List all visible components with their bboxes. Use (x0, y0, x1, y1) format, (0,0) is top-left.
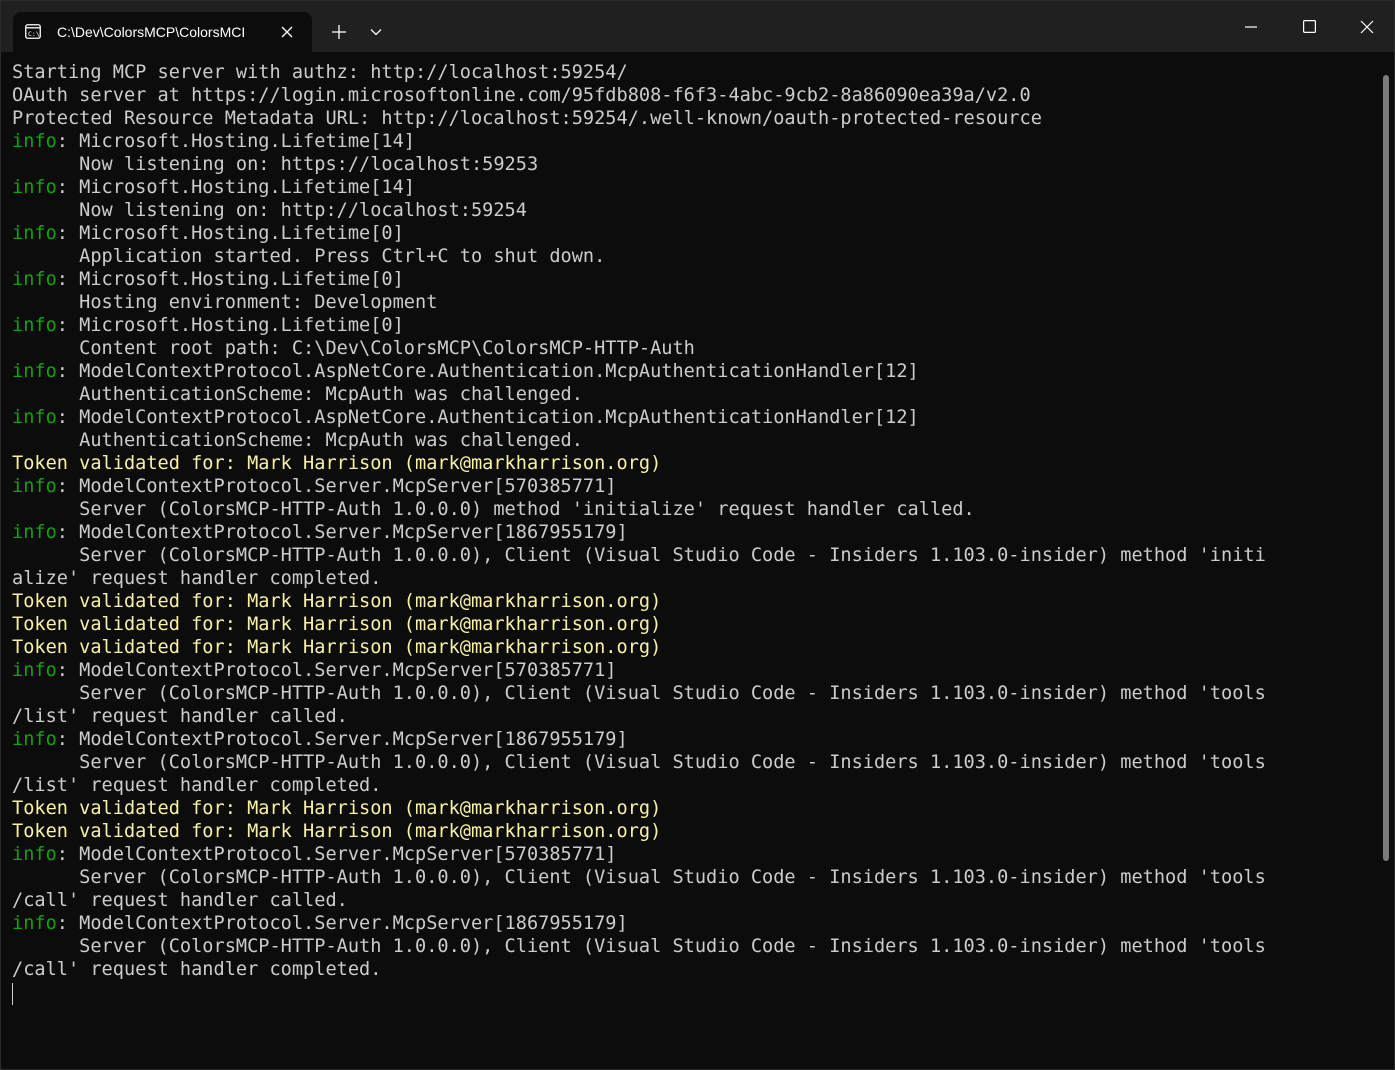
close-tab-icon[interactable] (275, 20, 299, 44)
log-level: info (12, 913, 57, 934)
terminal-line: info: ModelContextProtocol.Server.McpSer… (12, 728, 1372, 751)
terminal-line: /call' request handler called. (12, 890, 348, 911)
terminal-line: info: ModelContextProtocol.Server.McpSer… (12, 843, 1372, 866)
log-level: info (12, 729, 57, 750)
log-level: info (12, 522, 57, 543)
terminal-line: Server (ColorsMCP-HTTP-Auth 1.0.0.0), Cl… (12, 936, 1266, 957)
terminal-line: AuthenticationScheme: McpAuth was challe… (12, 384, 583, 405)
terminal-line: Token validated for: Mark Harrison (mark… (12, 614, 662, 635)
terminal-line: /list' request handler completed. (12, 775, 382, 796)
terminal-line: info: Microsoft.Hosting.Lifetime[14] (12, 130, 1372, 153)
terminal-line: AuthenticationScheme: McpAuth was challe… (12, 430, 583, 451)
terminal-icon: C:\ (25, 24, 41, 39)
tab-dropdown-button[interactable] (359, 15, 393, 49)
log-message: : ModelContextProtocol.Server.McpServer[… (56, 913, 628, 934)
terminal-line: info: ModelContextProtocol.AspNetCore.Au… (12, 406, 1372, 429)
log-message: : ModelContextProtocol.Server.McpServer[… (56, 522, 628, 543)
terminal-line: info: ModelContextProtocol.Server.McpSer… (12, 659, 1372, 682)
terminal-line: Server (ColorsMCP-HTTP-Auth 1.0.0.0), Cl… (12, 867, 1266, 888)
terminal-line: Server (ColorsMCP-HTTP-Auth 1.0.0.0), Cl… (12, 752, 1266, 773)
log-level: info (12, 223, 57, 244)
terminal-line: info: ModelContextProtocol.AspNetCore.Au… (12, 360, 1372, 383)
log-level: info (12, 476, 57, 497)
log-message: : ModelContextProtocol.Server.McpServer[… (56, 729, 628, 750)
terminal-line: Protected Resource Metadata URL: http://… (12, 108, 1042, 129)
terminal-line: /call' request handler completed. (12, 959, 382, 980)
minimize-icon (1245, 25, 1257, 28)
tab-terminal[interactable]: C:\ C:\Dev\ColorsMCP\ColorsMCI (13, 12, 312, 52)
terminal-output[interactable]: Starting MCP server with authz: http://l… (12, 61, 1372, 1061)
log-message: : ModelContextProtocol.Server.McpServer[… (56, 476, 617, 497)
plus-icon (332, 25, 346, 39)
terminal-line: alize' request handler completed. (12, 568, 382, 589)
log-level: info (12, 660, 57, 681)
log-level: info (12, 269, 57, 290)
terminal-line: info: Microsoft.Hosting.Lifetime[0] (12, 222, 1372, 245)
terminal-line: Token validated for: Mark Harrison (mark… (12, 591, 662, 612)
terminal-line: info: ModelContextProtocol.Server.McpSer… (12, 912, 1372, 935)
terminal-line: info: ModelContextProtocol.Server.McpSer… (12, 521, 1372, 544)
new-tab-button[interactable] (321, 15, 357, 49)
log-level: info (12, 407, 57, 428)
terminal-line: Token validated for: Mark Harrison (mark… (12, 637, 662, 658)
terminal-line: OAuth server at https://login.microsofto… (12, 85, 1031, 106)
terminal-line: /list' request handler called. (12, 706, 348, 727)
log-message: : Microsoft.Hosting.Lifetime[0] (56, 315, 404, 336)
log-message: : ModelContextProtocol.Server.McpServer[… (56, 844, 617, 865)
terminal-line: Now listening on: https://localhost:5925… (12, 154, 539, 175)
terminal-line: info: ModelContextProtocol.Server.McpSer… (12, 475, 1372, 498)
log-level: info (12, 177, 57, 198)
scrollbar[interactable] (1383, 75, 1389, 861)
chevron-down-icon (370, 28, 382, 36)
terminal-line: info: Microsoft.Hosting.Lifetime[0] (12, 314, 1372, 337)
log-message: : Microsoft.Hosting.Lifetime[0] (56, 269, 404, 290)
terminal-line: Starting MCP server with authz: http://l… (12, 62, 628, 83)
tab-title: C:\Dev\ColorsMCP\ColorsMCI (57, 24, 246, 40)
terminal-line: Token validated for: Mark Harrison (mark… (12, 798, 662, 819)
log-level: info (12, 315, 57, 336)
terminal-line: Application started. Press Ctrl+C to shu… (12, 246, 606, 267)
maximize-button[interactable] (1285, 1, 1333, 52)
terminal-line: Token validated for: Mark Harrison (mark… (12, 453, 662, 474)
log-message: : Microsoft.Hosting.Lifetime[14] (56, 177, 416, 198)
svg-text:C:\: C:\ (28, 30, 40, 38)
terminal-line: Server (ColorsMCP-HTTP-Auth 1.0.0.0), Cl… (12, 545, 1266, 566)
log-message: : Microsoft.Hosting.Lifetime[0] (56, 223, 404, 244)
terminal-window: C:\ C:\Dev\ColorsMCP\ColorsMCI Starting … (0, 0, 1395, 1070)
log-message: : ModelContextProtocol.AspNetCore.Authen… (56, 407, 919, 428)
minimize-button[interactable] (1227, 1, 1275, 52)
terminal-line: Now listening on: http://localhost:59254 (12, 200, 527, 221)
close-window-button[interactable] (1343, 1, 1391, 52)
terminal-line: Server (ColorsMCP-HTTP-Auth 1.0.0.0) met… (12, 499, 975, 520)
terminal-line: Token validated for: Mark Harrison (mark… (12, 821, 662, 842)
terminal-line: Server (ColorsMCP-HTTP-Auth 1.0.0.0), Cl… (12, 683, 1266, 704)
log-message: : ModelContextProtocol.Server.McpServer[… (56, 660, 617, 681)
close-icon (1360, 20, 1374, 34)
terminal-line: info: Microsoft.Hosting.Lifetime[0] (12, 268, 1372, 291)
log-level: info (12, 131, 57, 152)
log-level: info (12, 361, 57, 382)
terminal-line: Hosting environment: Development (12, 292, 438, 313)
title-bar[interactable]: C:\ C:\Dev\ColorsMCP\ColorsMCI (1, 1, 1394, 52)
terminal-line: Content root path: C:\Dev\ColorsMCP\Colo… (12, 338, 695, 359)
maximize-icon (1302, 20, 1316, 33)
text-cursor (12, 983, 13, 1005)
log-message: : Microsoft.Hosting.Lifetime[14] (56, 131, 416, 152)
log-message: : ModelContextProtocol.AspNetCore.Authen… (56, 361, 919, 382)
terminal-line: info: Microsoft.Hosting.Lifetime[14] (12, 176, 1372, 199)
log-level: info (12, 844, 57, 865)
